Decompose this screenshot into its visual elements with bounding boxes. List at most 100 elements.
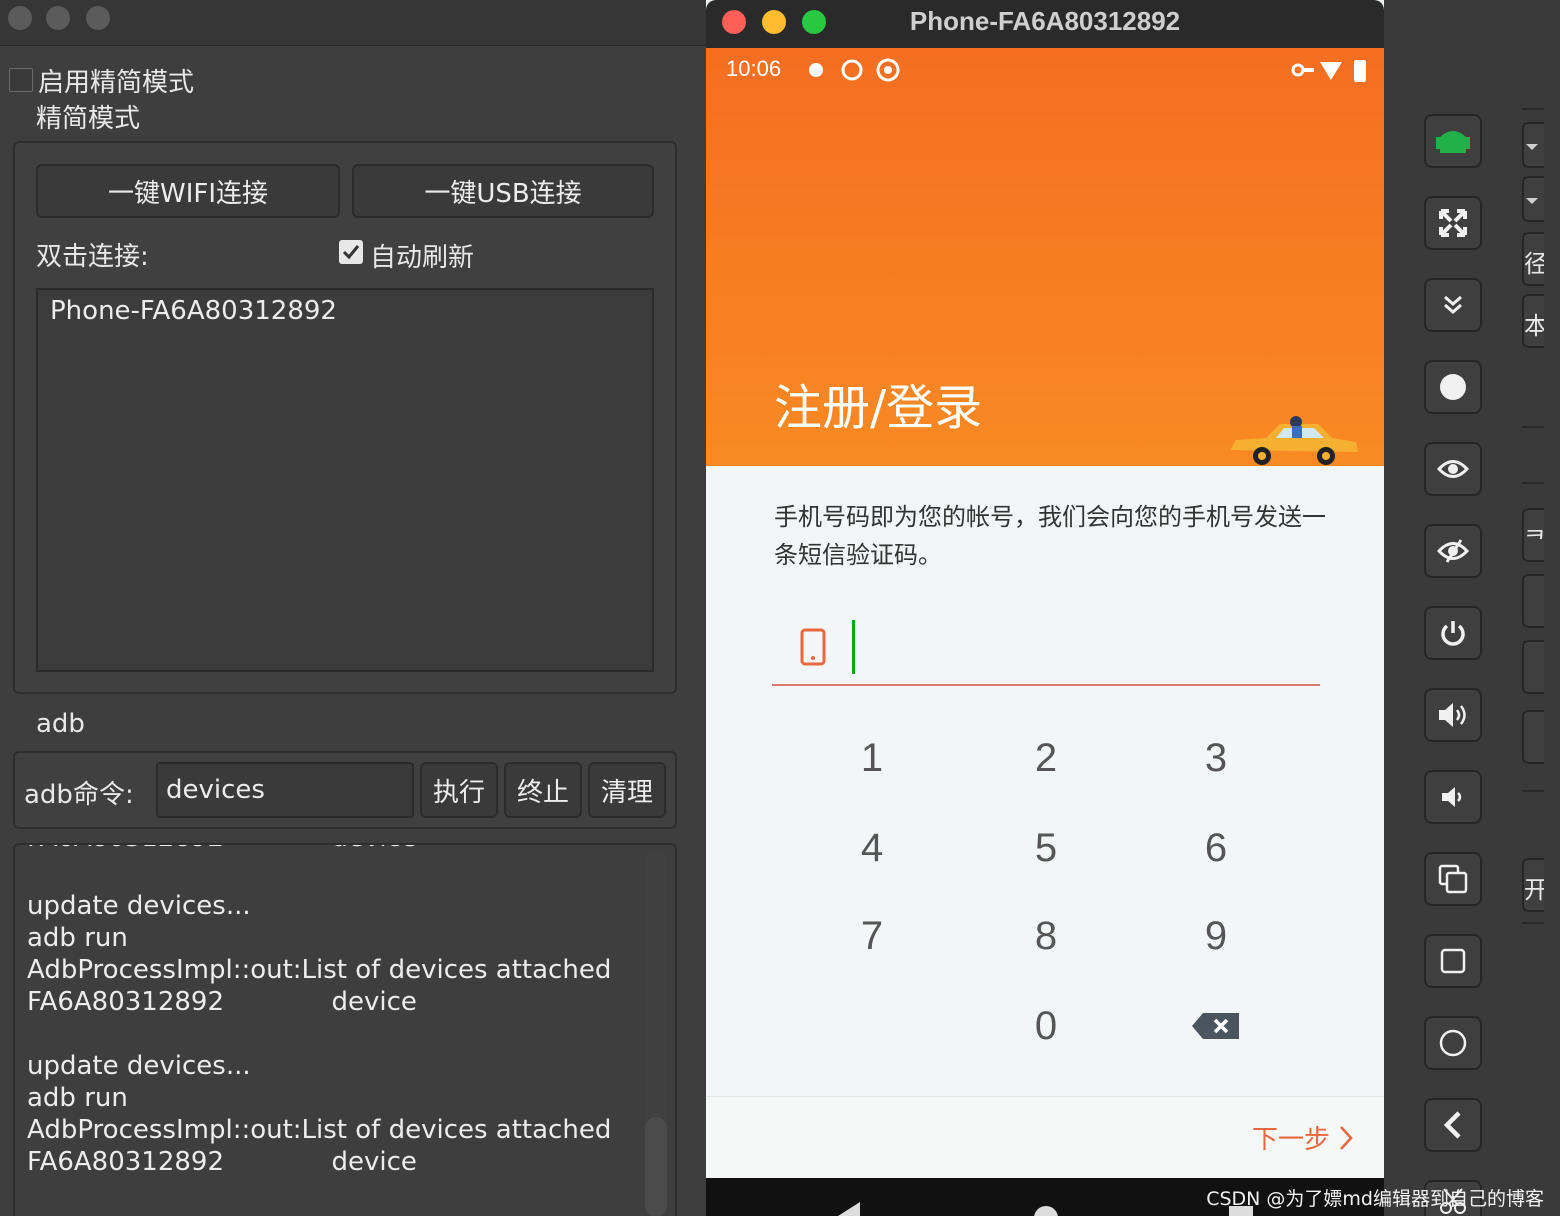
fullscreen-button[interactable] bbox=[1424, 196, 1482, 250]
execute-button[interactable]: 执行 bbox=[420, 762, 498, 818]
nav-back-icon[interactable] bbox=[834, 1200, 864, 1216]
volume-up-icon bbox=[1439, 703, 1466, 727]
home-button[interactable] bbox=[1424, 1016, 1482, 1070]
android-button[interactable] bbox=[1424, 114, 1482, 168]
phone-window-title: Phone-FA6A80312892 bbox=[909, 6, 1181, 36]
log-scrollbar-thumb[interactable] bbox=[645, 1117, 667, 1216]
double-chevron-down-icon bbox=[1444, 295, 1462, 314]
edge-divider bbox=[1522, 426, 1544, 428]
simple-mode-label: 精简模式 bbox=[36, 104, 141, 134]
device-list[interactable]: Phone-FA6A80312892 bbox=[36, 288, 654, 672]
close-window-button[interactable] bbox=[8, 6, 32, 30]
adb-command-label: adb命令: bbox=[24, 780, 134, 810]
log-line-partial: FA6A80312892 device bbox=[27, 845, 417, 853]
login-description: 手机号码即为您的帐号，我们会向您的手机号发送一条短信验证码。 bbox=[774, 503, 1326, 569]
device-list-item[interactable]: Phone-FA6A80312892 bbox=[50, 296, 337, 326]
record-icon bbox=[1440, 374, 1466, 400]
simple-mode-checkbox[interactable] bbox=[9, 68, 33, 92]
bottom-action-bar: 下一步 bbox=[706, 1096, 1384, 1180]
keypad-key-4[interactable]: 4 bbox=[832, 818, 912, 878]
volume-down-button[interactable] bbox=[1424, 770, 1482, 824]
auto-refresh-label[interactable]: 自动刷新 bbox=[370, 237, 474, 274]
next-step-button[interactable]: 下一步 bbox=[1252, 1119, 1354, 1156]
log-line: FA6A80312892 device bbox=[27, 987, 417, 1017]
keypad-key-1[interactable]: 1 bbox=[832, 728, 912, 788]
backspace-icon bbox=[1192, 1013, 1239, 1039]
double-click-label: 双击连接: bbox=[36, 242, 149, 272]
log-line: AdbProcessImpl::out:List of devices atta… bbox=[27, 955, 612, 985]
notification-icons bbox=[809, 58, 900, 82]
log-line: update devices... bbox=[27, 1051, 251, 1081]
show-touches-button[interactable] bbox=[1424, 442, 1482, 496]
keypad-key-5[interactable]: 5 bbox=[1006, 818, 1086, 878]
minimize-window-button[interactable] bbox=[46, 6, 70, 30]
keypad-key-9[interactable]: 9 bbox=[1176, 906, 1256, 966]
keypad-key-0[interactable]: 0 bbox=[1006, 996, 1086, 1056]
control-strip: 径 本 ᄏ 开 bbox=[1384, 0, 1560, 1216]
power-button[interactable] bbox=[1424, 606, 1482, 660]
square-icon bbox=[1440, 948, 1466, 974]
backspace-key[interactable] bbox=[1176, 996, 1256, 1056]
edge-button[interactable] bbox=[1522, 710, 1544, 764]
keypad-key-7[interactable]: 7 bbox=[832, 906, 912, 966]
edge-dropdown[interactable] bbox=[1522, 122, 1544, 168]
zoom-window-button[interactable] bbox=[86, 6, 110, 30]
wifi-connect-button[interactable]: 一键WIFI连接 bbox=[36, 164, 340, 218]
chevron-down-icon bbox=[1526, 144, 1538, 150]
edge-button[interactable] bbox=[1522, 640, 1544, 694]
eye-icon bbox=[1437, 460, 1469, 478]
edge-button-path[interactable]: 径 bbox=[1522, 232, 1544, 286]
adb-log-output[interactable]: FA6A80312892 device update devices... ad… bbox=[13, 843, 677, 1216]
log-line: adb run bbox=[27, 1083, 128, 1113]
keypad-key-3[interactable]: 3 bbox=[1176, 728, 1256, 788]
adb-tool-window: 启用精简模式 精简模式 一键WIFI连接 一键USB连接 双击连接: 自动刷新 … bbox=[0, 0, 706, 1216]
adb-command-input[interactable] bbox=[156, 762, 414, 818]
edge-divider bbox=[1522, 482, 1544, 484]
clear-button[interactable]: 清理 bbox=[588, 762, 666, 818]
mobile-phone-icon bbox=[800, 628, 826, 666]
edge-divider bbox=[1522, 790, 1544, 792]
android-icon bbox=[1436, 131, 1470, 153]
edge-button[interactable] bbox=[1522, 574, 1544, 628]
simple-mode-checkbox-label[interactable]: 启用精简模式 bbox=[38, 62, 194, 99]
left-titlebar bbox=[0, 0, 706, 46]
keypad-key-2[interactable]: 2 bbox=[1006, 728, 1086, 788]
phone-titlebar: Phone-FA6A80312892 bbox=[706, 0, 1384, 48]
chevron-right-icon bbox=[1340, 1125, 1353, 1150]
power-icon bbox=[1441, 621, 1465, 646]
copy-button[interactable] bbox=[1424, 852, 1482, 906]
log-line: adb run bbox=[27, 923, 128, 953]
log-line: FA6A80312892 device bbox=[27, 1147, 417, 1177]
text-caret bbox=[852, 620, 855, 674]
status-icons bbox=[1291, 60, 1366, 82]
keypad-key-6[interactable]: 6 bbox=[1176, 818, 1256, 878]
edge-divider bbox=[1522, 108, 1544, 110]
volume-up-button[interactable] bbox=[1424, 688, 1482, 742]
edge-dropdown[interactable] bbox=[1522, 176, 1544, 222]
phone-number-field[interactable] bbox=[772, 614, 1320, 686]
auto-refresh-checkbox[interactable] bbox=[339, 240, 363, 264]
adb-section-label: adb bbox=[36, 709, 85, 739]
volume-down-icon bbox=[1442, 787, 1462, 807]
stop-button[interactable]: 终止 bbox=[504, 762, 582, 818]
fullscreen-icon bbox=[1439, 209, 1467, 237]
record-button[interactable] bbox=[1424, 360, 1482, 414]
edge-button-open[interactable]: 开 bbox=[1522, 858, 1544, 912]
back-button[interactable] bbox=[1424, 1098, 1482, 1152]
edge-button[interactable]: ᄏ bbox=[1522, 508, 1544, 562]
circle-icon bbox=[1439, 1029, 1467, 1057]
keypad-key-8[interactable]: 8 bbox=[1006, 906, 1086, 966]
taxi-illustration bbox=[1230, 416, 1358, 465]
phone-mirror-window: Phone-FA6A80312892 10:06 注册/登录 手机号码即为您的帐… bbox=[706, 0, 1384, 1216]
nav-home-icon[interactable] bbox=[1032, 1204, 1060, 1216]
collapse-button[interactable] bbox=[1424, 278, 1482, 332]
usb-connect-button[interactable]: 一键USB连接 bbox=[352, 164, 654, 218]
edge-divider bbox=[1522, 922, 1544, 924]
eye-off-icon bbox=[1437, 539, 1469, 563]
edge-button-text[interactable]: 本 bbox=[1522, 294, 1544, 348]
back-icon bbox=[1443, 1111, 1461, 1139]
log-line: update devices... bbox=[27, 891, 251, 921]
checkmark-icon bbox=[342, 245, 360, 260]
hide-touches-button[interactable] bbox=[1424, 524, 1482, 578]
app-switch-button[interactable] bbox=[1424, 934, 1482, 988]
